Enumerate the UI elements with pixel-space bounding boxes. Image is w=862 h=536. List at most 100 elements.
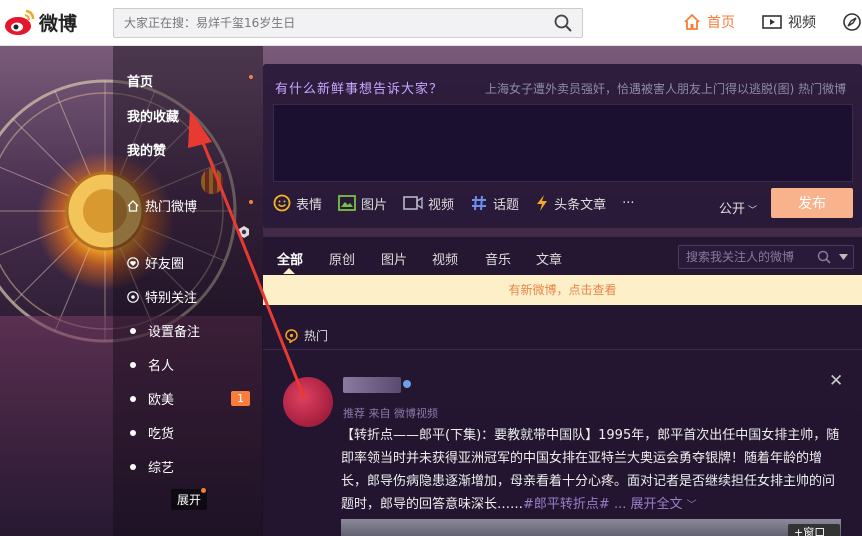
search-icon[interactable] [554, 14, 572, 32]
sidebar-group-item[interactable]: 设置备注 [127, 321, 200, 340]
unread-badge: 1 [231, 391, 250, 406]
tab-music[interactable]: 音乐 [485, 249, 511, 268]
home-icon [684, 13, 700, 30]
bullet-icon [130, 429, 136, 436]
chevron-down-icon: ﹀ [748, 206, 758, 216]
weibo-eye-icon [5, 9, 35, 35]
sidebar-item-hot[interactable]: 热门微博 [127, 196, 197, 215]
tab-articles[interactable]: 文章 [536, 249, 562, 268]
visibility-select[interactable]: 公开 ﹀ [719, 198, 757, 217]
post-composer: 有什么新鲜事想告诉大家？ 上海女子遭外卖员强奸，恰遇被害人朋友上门得以逃脱(图)… [263, 64, 862, 228]
sidebar-group-item[interactable]: 名人 [127, 355, 174, 374]
sidebar-item-special[interactable]: 特别关注 [127, 287, 197, 306]
tool-label: 图片 [361, 197, 388, 213]
sidebar-item-home[interactable]: 首页 [127, 71, 153, 90]
nav-home-label: 首页 [707, 15, 735, 31]
video-thumbnail[interactable] [341, 519, 841, 536]
hot-topic-link[interactable]: 上海女子遭外卖员强奸，恰遇被害人朋友上门得以逃脱(图) 热门微博 [485, 80, 855, 97]
search-input[interactable] [114, 9, 534, 37]
sidebar-group-item[interactable]: 吃货 [127, 423, 174, 442]
sidebar-item-favorites[interactable]: 我的收藏 [127, 106, 179, 125]
tab-images[interactable]: 图片 [381, 249, 407, 268]
sidebar-item-label: 名人 [148, 359, 175, 374]
sidebar-group-item[interactable]: 欧美 [127, 389, 174, 408]
author-name-blurred[interactable] [343, 377, 401, 393]
tab-videos[interactable]: 视频 [432, 249, 458, 268]
composer-toolbar: 表情 图片 视频 话题 头条文章 ··· [273, 188, 853, 218]
bullet-icon [130, 395, 136, 402]
sidebar-item-friends[interactable]: 好友圈 [127, 253, 184, 272]
hashtag-icon [470, 194, 488, 212]
bullet-icon [130, 361, 136, 368]
caret-down-icon[interactable] [839, 254, 848, 260]
bullet-icon [130, 327, 136, 334]
composer-prompt: 有什么新鲜事想告诉大家？ [275, 82, 444, 97]
chevron-down-icon: ﹀ [686, 500, 697, 511]
weibo-logo[interactable]: 微博 [4, 7, 77, 37]
brand-name: 微博 [39, 12, 78, 35]
sidebar-item-label: 热门微博 [145, 200, 198, 215]
tool-label: 视频 [428, 197, 455, 213]
popout-window-button[interactable]: +窗口 [788, 524, 840, 536]
tab-all[interactable]: 全部 [277, 249, 303, 268]
publish-button[interactable]: 发布 [771, 188, 853, 218]
sidebar-item-likes[interactable]: 我的赞 [127, 140, 166, 159]
tab-original[interactable]: 原创 [329, 249, 355, 268]
article-button[interactable]: 头条文章 [535, 194, 606, 213]
video-button[interactable]: 视频 [403, 194, 454, 213]
more-tools-button[interactable]: ··· [622, 196, 634, 211]
topic-button[interactable]: 话题 [470, 194, 519, 213]
avatar[interactable] [283, 377, 333, 427]
nav-video[interactable]: 视频 [762, 12, 816, 32]
notification-dot [249, 200, 253, 204]
feed-search-input[interactable] [679, 246, 809, 268]
smiley-icon [273, 194, 291, 212]
active-tab-indicator [283, 268, 295, 274]
notification-dot [249, 75, 253, 79]
hashtag-link[interactable]: #郎平转折点# [523, 497, 610, 512]
new-posts-notice[interactable]: 有新微博，点击查看 [263, 275, 862, 305]
search-icon[interactable] [817, 250, 831, 264]
bullet-icon [130, 463, 136, 470]
post-textarea[interactable] [273, 104, 853, 182]
sidebar-item-label: 吃货 [148, 427, 175, 442]
nav-home[interactable]: 首页 [683, 12, 735, 32]
visibility-label: 公开 [719, 202, 746, 217]
sidebar-group-item[interactable]: 综艺 [127, 457, 174, 476]
compass-icon [843, 13, 861, 31]
image-icon [338, 195, 356, 211]
image-button[interactable]: 图片 [338, 194, 387, 213]
tool-label: 头条文章 [554, 197, 607, 213]
sidebar-item-label: 首页 [127, 75, 154, 90]
home-outline-icon [127, 199, 139, 212]
post-source[interactable]: 推荐 来自 微博视频 [343, 405, 438, 421]
nav-discover[interactable] [842, 12, 862, 32]
settings-gear-icon[interactable] [237, 225, 251, 239]
expand-full-text[interactable]: ... 展开全文 [614, 497, 683, 512]
sidebar-item-label: 我的赞 [127, 144, 167, 159]
video-icon [762, 15, 782, 29]
top-navigation-bar: 微博 首页 视频 [0, 0, 862, 46]
emoji-button[interactable]: 表情 [273, 194, 322, 213]
nav-video-label: 视频 [788, 15, 816, 31]
post-content: 【转折点——郎平(下集)：要教就带中国队】1995年，郎平首次出任中国女排主帅，… [341, 424, 846, 517]
sidebar-item-label: 我的收藏 [127, 110, 180, 125]
verified-badge-icon [403, 380, 411, 388]
global-search [113, 8, 583, 38]
hot-label-text: 热门 [304, 329, 329, 343]
close-icon[interactable]: ✕ [829, 371, 843, 391]
video-camera-icon [403, 195, 423, 211]
left-sidebar: 首页 我的收藏 我的赞 热门微博 好友圈 特别关注 设置备注 名人 欧美 吃货 … [113, 46, 263, 536]
sidebar-item-label: 欧美 [148, 393, 175, 408]
divider [263, 349, 862, 350]
sidebar-item-label: 设置备注 [148, 325, 201, 340]
feed-tabs: 全部 原创 图片 视频 音乐 文章 [263, 237, 862, 275]
focus-icon [127, 290, 139, 303]
lightning-icon [535, 194, 549, 212]
tool-label: 表情 [296, 197, 323, 213]
sidebar-item-label: 好友圈 [145, 257, 185, 272]
hot-badge-icon [285, 328, 298, 343]
feed-search [678, 245, 854, 269]
hot-section-label: 热门 [285, 327, 328, 344]
feed-panel: 全部 原创 图片 视频 音乐 文章 有新微博，点击查看 热门 推荐 来自 微博视… [263, 237, 862, 536]
